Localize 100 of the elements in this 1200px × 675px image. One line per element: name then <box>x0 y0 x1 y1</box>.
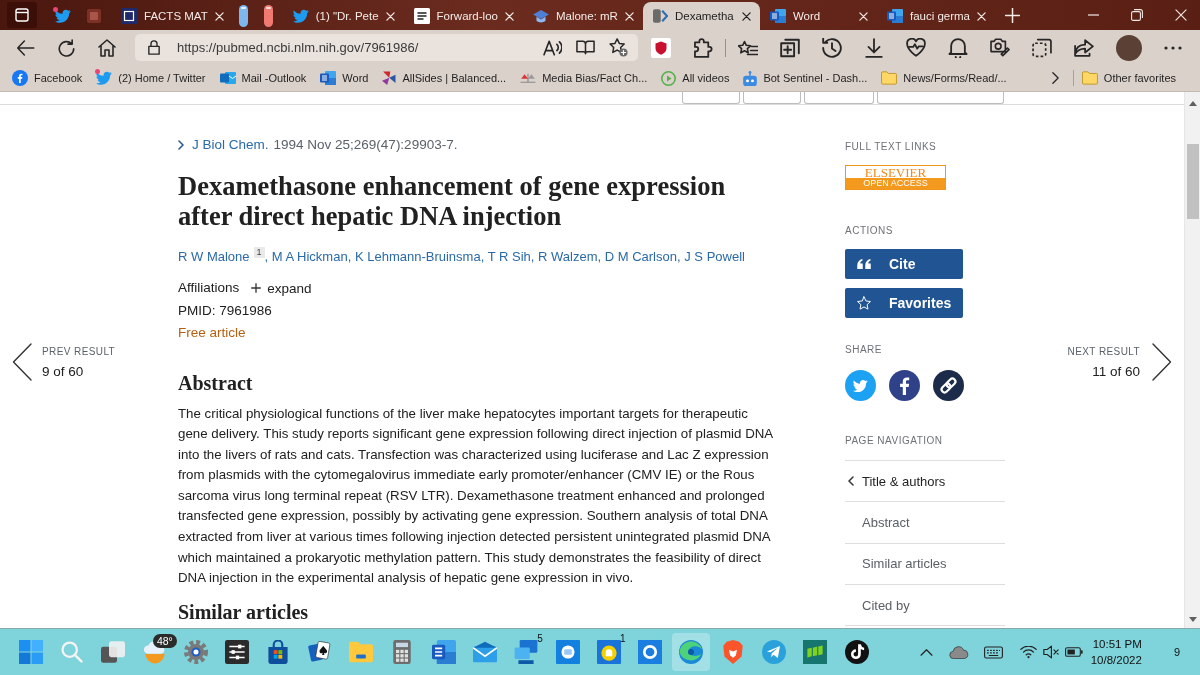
journal-link[interactable]: J Biol Chem. <box>178 135 269 155</box>
volume-muted-icon[interactable] <box>1042 645 1059 659</box>
author-link[interactable]: M A Hickman <box>271 249 348 264</box>
chevron-right-icon[interactable] <box>1051 72 1059 84</box>
chevron-right-icon[interactable] <box>1152 343 1172 381</box>
browser-tab[interactable]: Dexametha <box>642 2 760 30</box>
read-aloud-icon[interactable] <box>543 39 562 56</box>
author-link[interactable]: J S Powell <box>684 249 745 264</box>
devices-icon[interactable] <box>514 640 539 664</box>
favorites-icon[interactable] <box>738 39 758 56</box>
music-note-icon[interactable] <box>844 640 869 664</box>
reader-view-icon[interactable] <box>576 40 595 55</box>
favorite-link[interactable]: Bot Sentinel - Dash... <box>743 70 868 86</box>
chevron-up-icon[interactable] <box>919 648 933 656</box>
author-link[interactable]: D M Carlson <box>604 249 677 264</box>
result-nav-label[interactable]: PREV RESULT <box>42 345 116 359</box>
browser-icon[interactable] <box>672 633 711 671</box>
envelope-icon[interactable] <box>472 640 497 664</box>
twitter-icon[interactable] <box>845 370 876 401</box>
result-position[interactable]: 11 of 60 <box>1092 363 1140 381</box>
action-button[interactable]: Favorites <box>845 288 963 318</box>
back-icon[interactable] <box>17 39 35 56</box>
favorite-link[interactable]: Other favorites <box>1081 71 1176 85</box>
bars-icon[interactable] <box>803 640 828 664</box>
keyboard-icon[interactable] <box>983 645 1003 659</box>
home-icon[interactable] <box>98 38 116 57</box>
browser-tab[interactable]: Forward-loo <box>403 2 523 30</box>
puzzle-icon[interactable] <box>693 37 713 58</box>
shield-icon[interactable] <box>651 37 671 58</box>
add-favorite-icon[interactable] <box>609 38 628 57</box>
scrollbar-thumb[interactable] <box>1186 144 1199 219</box>
result-nav-label[interactable]: NEXT RESULT <box>1067 345 1140 359</box>
favorite-link[interactable]: Mail -Outlook <box>219 71 307 85</box>
author-link[interactable]: R W Malone <box>178 249 250 264</box>
refresh-icon[interactable] <box>58 38 75 57</box>
result-position[interactable]: 9 of 60 <box>42 363 84 381</box>
bell-icon[interactable] <box>948 37 968 58</box>
author-link[interactable]: T R Sih <box>487 249 531 264</box>
history-icon[interactable] <box>822 37 842 58</box>
notification-count[interactable]: 9 <box>1173 646 1180 658</box>
paper-plane-icon[interactable] <box>762 640 786 664</box>
page-nav-link[interactable]: Title & authors <box>845 460 1005 502</box>
favorite-link[interactable]: AllSides | Balanced... <box>382 71 507 85</box>
action-button[interactable]: Cite <box>845 249 963 279</box>
split-window-icon[interactable] <box>1032 37 1052 58</box>
browser-tab[interactable]: FACTS MAT <box>111 2 233 30</box>
scroll-down-icon[interactable] <box>1188 617 1197 622</box>
favorite-link[interactable]: (2) Home / Twitter <box>96 71 206 85</box>
task-view-icon[interactable] <box>101 641 126 663</box>
favorite-link[interactable]: Media Bias/Fact Ch... <box>520 72 648 84</box>
address-field[interactable]: https://pubmed.ncbi.nlm.nih.gov/7961986/ <box>135 34 638 61</box>
facebook-icon[interactable] <box>889 370 920 401</box>
heartbeat-icon[interactable] <box>906 38 926 57</box>
wifi-icon[interactable] <box>1019 645 1037 659</box>
document-icon[interactable] <box>431 640 456 664</box>
close-icon[interactable] <box>741 11 751 21</box>
cloud-icon[interactable] <box>948 645 969 659</box>
author-link[interactable]: K Lehmann-Bruinsma <box>354 249 481 264</box>
document-icon <box>320 70 337 86</box>
affiliation-link[interactable]: 1 <box>253 247 265 258</box>
avatar-icon[interactable] <box>1116 34 1142 61</box>
chat-icon[interactable] <box>555 640 580 664</box>
new-tab-icon[interactable] <box>1005 7 1021 23</box>
bell-icon[interactable] <box>596 640 621 664</box>
scroll-up-icon[interactable] <box>1188 101 1197 106</box>
tab-actions-icon[interactable] <box>7 2 37 28</box>
scrollbar[interactable] <box>1184 92 1200 628</box>
clock-time[interactable]: 10:51 PM <box>1092 636 1142 652</box>
sliders-icon[interactable] <box>225 640 250 664</box>
browser-tab[interactable]: Malone: mR <box>522 2 643 30</box>
favorite-link[interactable]: Facebook <box>12 70 83 86</box>
shopping-bag-icon[interactable] <box>266 640 291 664</box>
camera-icon[interactable] <box>990 38 1010 57</box>
share-icon[interactable] <box>1074 38 1094 57</box>
download-icon[interactable] <box>864 37 884 58</box>
page-nav-link[interactable]: Abstract <box>845 501 1005 543</box>
page-nav-link[interactable]: Cited by <box>845 583 1005 626</box>
favorite-link[interactable]: News/Forms/Read/... <box>881 71 1007 85</box>
favorite-link[interactable]: All videos <box>661 70 730 86</box>
clock-date[interactable]: 10/8/2022 <box>1090 652 1142 668</box>
ring-icon[interactable] <box>638 640 663 664</box>
collections-icon[interactable] <box>780 37 800 58</box>
expand-button[interactable]: expand <box>251 280 312 296</box>
chevron-left-icon[interactable] <box>12 343 32 381</box>
browser-tab[interactable]: (1) "Dr. Pete <box>282 2 404 30</box>
browser-tab[interactable]: fauci germa <box>876 2 996 30</box>
link-icon[interactable] <box>933 370 964 401</box>
more-icon[interactable] <box>1164 45 1182 50</box>
folder-icon[interactable] <box>349 640 373 664</box>
start-icon[interactable] <box>18 640 43 664</box>
browser-tab[interactable]: Word <box>759 2 877 30</box>
playing-cards-icon[interactable] <box>307 640 332 664</box>
lion-icon[interactable] <box>720 640 745 664</box>
gear-icon[interactable] <box>183 640 208 664</box>
restore-icon[interactable] <box>1131 9 1143 21</box>
square-logo-icon <box>121 8 137 24</box>
chevron-icon <box>652 9 668 23</box>
battery-icon[interactable] <box>1064 647 1083 657</box>
favorite-link[interactable]: Word <box>320 70 369 86</box>
page-nav-link[interactable]: Similar articles <box>845 542 1005 584</box>
